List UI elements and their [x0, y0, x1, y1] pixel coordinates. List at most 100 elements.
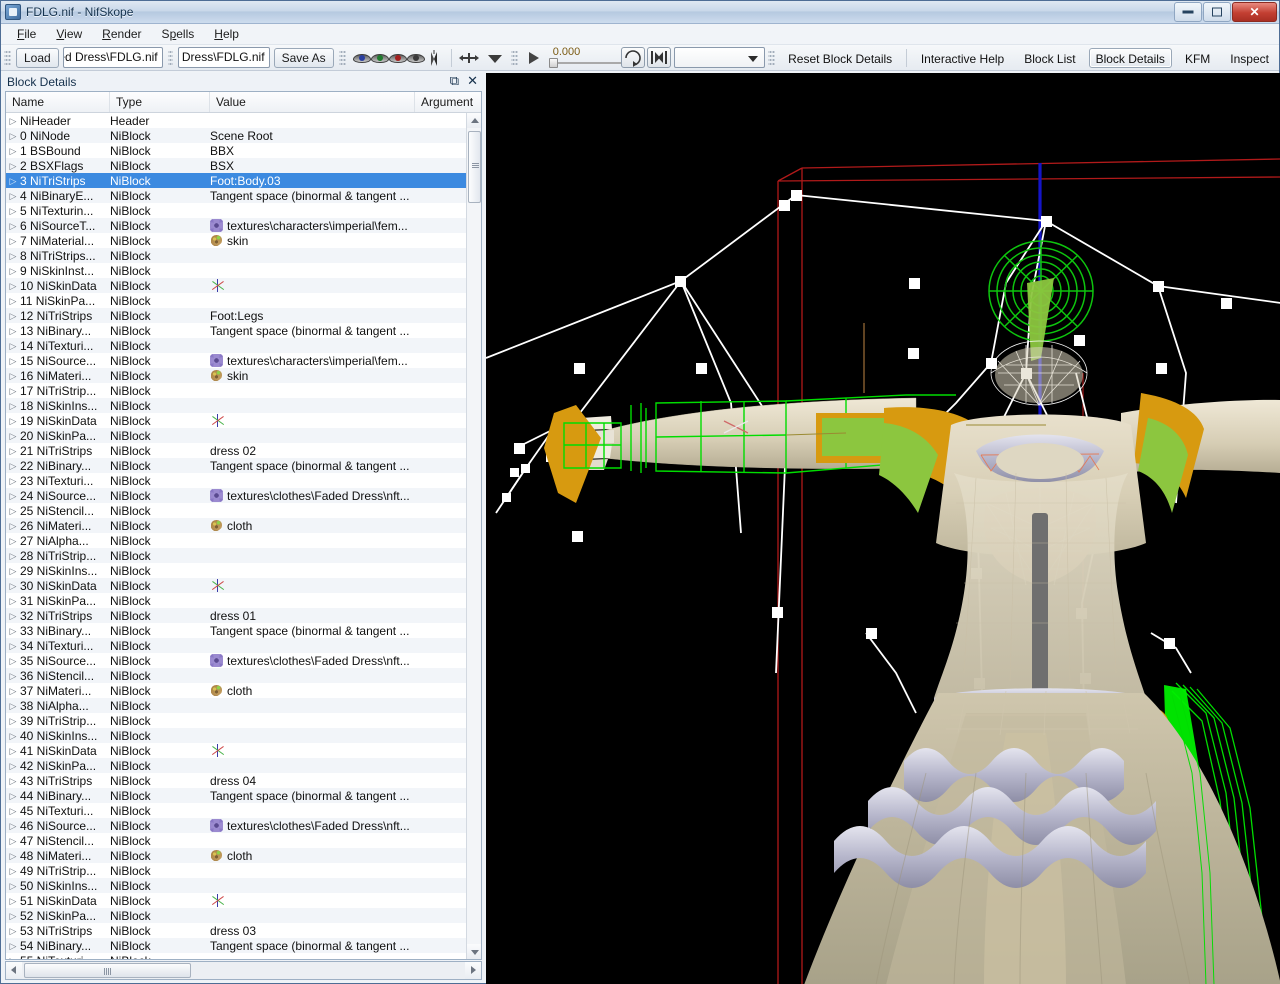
expand-triangle-icon[interactable]: ▷ — [6, 849, 20, 863]
expand-triangle-icon[interactable]: ▷ — [6, 414, 20, 428]
expand-triangle-icon[interactable]: ▷ — [6, 474, 20, 488]
scroll-up-icon[interactable] — [467, 113, 481, 128]
reset-block-details-button[interactable]: Reset Block Details — [781, 48, 899, 68]
table-row[interactable]: ▷ 26 NiMateri... NiBlock cloth — [6, 518, 468, 533]
table-row[interactable]: ▷ 32 NiTriStrips NiBlock dress 01 — [6, 608, 468, 623]
table-row[interactable]: ▷ 21 NiTriStrips NiBlock dress 02 — [6, 443, 468, 458]
expand-triangle-icon[interactable]: ▷ — [6, 909, 20, 923]
expand-triangle-icon[interactable]: ▷ — [6, 699, 20, 713]
table-row[interactable]: ▷ 43 NiTriStrips NiBlock dress 04 — [6, 773, 468, 788]
load-button[interactable]: Load — [16, 47, 59, 68]
expand-triangle-icon[interactable]: ▷ — [6, 129, 20, 143]
table-row[interactable]: ▷ 36 NiStencil... NiBlock — [6, 668, 468, 683]
interactive-help-button[interactable]: Interactive Help — [914, 48, 1011, 68]
expand-triangle-icon[interactable]: ▷ — [6, 609, 20, 623]
minimize-button[interactable] — [1174, 2, 1202, 22]
table-row[interactable]: ▷ 45 NiTexturi... NiBlock — [6, 803, 468, 818]
block-details-button[interactable]: Block Details — [1088, 47, 1172, 68]
load-path-input[interactable]: hes\Faded Dress\FDLG.nif — [62, 47, 163, 68]
expand-triangle-icon[interactable]: ▷ — [6, 864, 20, 878]
expand-triangle-icon[interactable]: ▷ — [6, 489, 20, 503]
table-row[interactable]: ▷ 20 NiSkinPa... NiBlock — [6, 428, 468, 443]
expand-triangle-icon[interactable]: ▷ — [6, 804, 20, 818]
expand-triangle-icon[interactable]: ▷ — [6, 744, 20, 758]
side-view-icon[interactable] — [368, 48, 389, 68]
expand-triangle-icon[interactable]: ▷ — [6, 624, 20, 638]
chevron-down-icon[interactable] — [483, 48, 507, 68]
close-icon[interactable]: ✕ — [467, 74, 478, 88]
expand-triangle-icon[interactable]: ▷ — [6, 714, 20, 728]
expand-triangle-icon[interactable]: ▷ — [6, 399, 20, 413]
menu-render[interactable]: Render — [92, 25, 151, 43]
table-row[interactable]: ▷ 2 BSXFlags NiBlock BSX — [6, 158, 468, 173]
close-button[interactable]: ✕ — [1232, 2, 1277, 22]
expand-triangle-icon[interactable]: ▷ — [6, 939, 20, 953]
top-view-icon[interactable] — [386, 48, 407, 68]
expand-triangle-icon[interactable]: ▷ — [6, 564, 20, 578]
expand-triangle-icon[interactable]: ▷ — [6, 759, 20, 773]
expand-triangle-icon[interactable]: ▷ — [6, 669, 20, 683]
table-row[interactable]: ▷ 51 NiSkinData NiBlock — [6, 893, 468, 908]
expand-triangle-icon[interactable]: ▷ — [6, 264, 20, 278]
expand-triangle-icon[interactable]: ▷ — [6, 954, 20, 960]
loop-icon[interactable] — [620, 47, 645, 68]
expand-triangle-icon[interactable]: ▷ — [6, 369, 20, 383]
block-list-button[interactable]: Block List — [1017, 48, 1082, 68]
horizontal-scroll-thumb[interactable] — [24, 963, 191, 978]
expand-triangle-icon[interactable]: ▷ — [6, 324, 20, 338]
table-row[interactable]: ▷ 12 NiTriStrips NiBlock Foot:Legs — [6, 308, 468, 323]
table-row[interactable]: ▷ 10 NiSkinData NiBlock — [6, 278, 468, 293]
table-row[interactable]: ▷ 35 NiSource... NiBlock textures\clothes\F… — [6, 653, 468, 668]
menu-spells[interactable]: Spells — [152, 25, 205, 43]
kfm-button[interactable]: KFM — [1178, 48, 1217, 68]
expand-triangle-icon[interactable]: ▷ — [6, 339, 20, 353]
expand-triangle-icon[interactable]: ▷ — [6, 819, 20, 833]
table-row[interactable]: ▷ 25 NiStencil... NiBlock — [6, 503, 468, 518]
vertical-scroll-thumb[interactable] — [468, 131, 481, 203]
front-view-icon[interactable] — [350, 48, 371, 68]
play-icon[interactable] — [528, 51, 539, 64]
expand-triangle-icon[interactable]: ▷ — [6, 774, 20, 788]
move-axis-icon[interactable] — [457, 48, 481, 68]
table-row[interactable]: ▷ 14 NiTexturi... NiBlock — [6, 338, 468, 353]
table-row[interactable]: ▷ 29 NiSkinIns... NiBlock — [6, 563, 468, 578]
expand-triangle-icon[interactable]: ▷ — [6, 189, 20, 203]
table-row[interactable]: ▷ 39 NiTriStrip... NiBlock — [6, 713, 468, 728]
animation-time-slider[interactable]: 0.000 — [547, 46, 642, 69]
expand-triangle-icon[interactable]: ▷ — [6, 114, 20, 128]
table-row[interactable]: ▷55 NiTexturi...NiBlock — [6, 953, 468, 960]
save-path-input[interactable]: hes\Faded Dress\FDLG.nif — [177, 47, 270, 68]
expand-triangle-icon[interactable]: ▷ — [6, 174, 20, 188]
table-row[interactable]: ▷ NiHeader Header — [6, 113, 468, 128]
expand-triangle-icon[interactable]: ▷ — [6, 384, 20, 398]
table-row[interactable]: ▷ 5 NiTexturin... NiBlock — [6, 203, 468, 218]
table-row[interactable]: ▷ 22 NiBinary... NiBlock Tangent space (bin… — [6, 458, 468, 473]
table-row[interactable]: ▷ 16 NiMateri... NiBlock skin — [6, 368, 468, 383]
expand-triangle-icon[interactable]: ▷ — [6, 159, 20, 173]
table-row[interactable]: ▷ 27 NiAlpha... NiBlock — [6, 533, 468, 548]
expand-triangle-icon[interactable]: ▷ — [6, 729, 20, 743]
column-header-type[interactable]: Type — [110, 92, 210, 112]
table-row[interactable]: ▷ 9 NiSkinInst... NiBlock — [6, 263, 468, 278]
expand-triangle-icon[interactable]: ▷ — [6, 444, 20, 458]
table-row[interactable]: ▷ 30 NiSkinData NiBlock — [6, 578, 468, 593]
table-row[interactable]: ▷ 1 BSBound NiBlock BBX — [6, 143, 468, 158]
expand-triangle-icon[interactable]: ▷ — [6, 684, 20, 698]
expand-triangle-icon[interactable]: ▷ — [6, 834, 20, 848]
table-row[interactable]: ▷ 44 NiBinary... NiBlock Tangent space (bin… — [6, 788, 468, 803]
table-row[interactable]: ▷ 28 NiTriStrip... NiBlock — [6, 548, 468, 563]
expand-triangle-icon[interactable]: ▷ — [6, 459, 20, 473]
table-row[interactable]: ▷ 53 NiTriStrips NiBlock dress 03 — [6, 923, 468, 938]
expand-triangle-icon[interactable]: ▷ — [6, 879, 20, 893]
table-row[interactable]: ▷ 50 NiSkinIns... NiBlock — [6, 878, 468, 893]
scroll-right-icon[interactable] — [465, 962, 481, 979]
table-row[interactable]: ▷ 37 NiMateri... NiBlock cloth — [6, 683, 468, 698]
expand-triangle-icon[interactable]: ▷ — [6, 894, 20, 908]
table-row[interactable]: ▷ 47 NiStencil... NiBlock — [6, 833, 468, 848]
menu-help[interactable]: Help — [204, 25, 249, 43]
table-row[interactable]: ▷ 15 NiSource... NiBlock textures\character… — [6, 353, 468, 368]
expand-triangle-icon[interactable]: ▷ — [6, 219, 20, 233]
table-row[interactable]: ▷ 52 NiSkinPa... NiBlock — [6, 908, 468, 923]
3d-render-viewport[interactable] — [486, 73, 1280, 984]
scroll-down-icon[interactable] — [467, 944, 481, 959]
